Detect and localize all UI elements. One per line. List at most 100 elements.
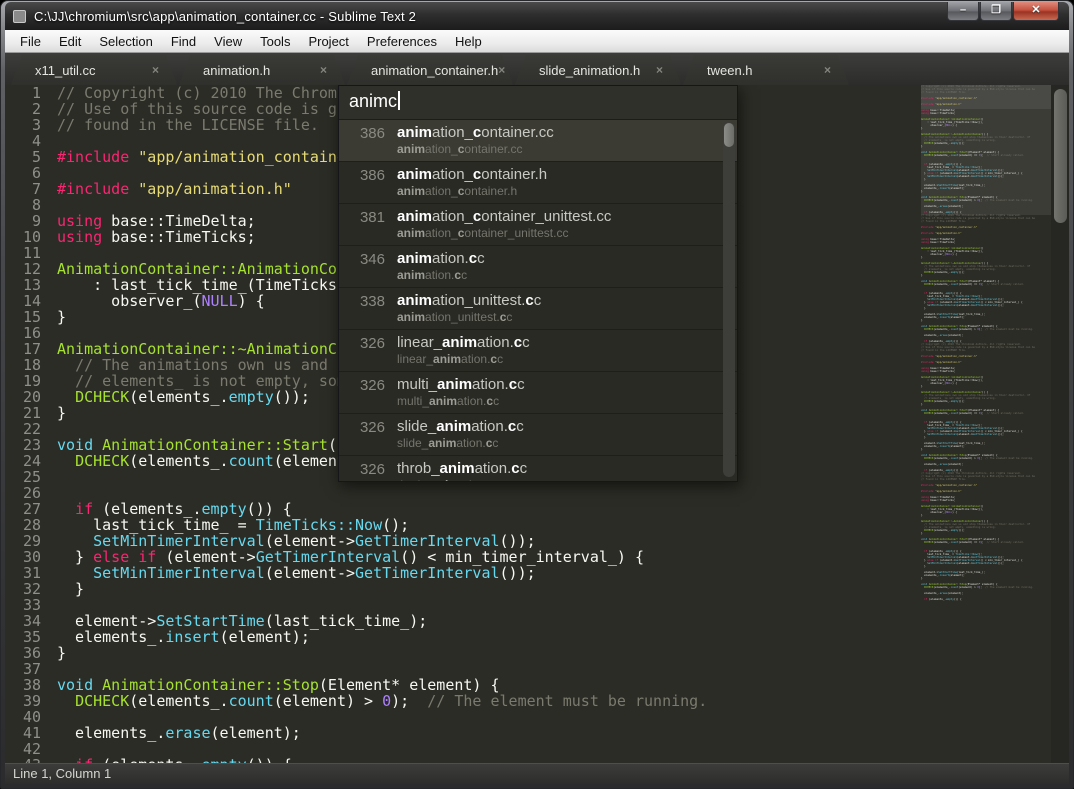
tab-tween.h[interactable]: tween.h × (683, 55, 849, 85)
goto-results-list: 386animation_container.ccanimation_conta… (339, 120, 737, 481)
match-score: 326 (349, 376, 385, 413)
code-line: 28 last_tick_time_ = TimeTicks::Now(); (11, 517, 919, 533)
tab-close-icon[interactable]: × (320, 63, 327, 77)
line-number: 25 (11, 469, 57, 485)
result-filepath: animation_container_unittest.cc (397, 226, 611, 241)
line-number: 34 (11, 613, 57, 629)
results-scrollbar[interactable] (723, 122, 735, 477)
goto-result-item[interactable]: 326slide_animation.ccslide_animation.cc (339, 414, 737, 456)
tab-bar: x11_util.cc×animation.h×animation_contai… (5, 53, 1069, 85)
tab-label: animation.h (203, 63, 270, 78)
line-number: 2 (11, 101, 57, 117)
line-number: 30 (11, 549, 57, 565)
line-number: 16 (11, 325, 57, 341)
minimize-button[interactable]: – (947, 2, 979, 21)
match-score: 346 (349, 250, 385, 287)
line-number: 40 (11, 709, 57, 725)
goto-result-item[interactable]: 381animation_container_unittest.ccanimat… (339, 204, 737, 246)
tab-animation_container.h[interactable]: animation_container.h× (347, 55, 513, 85)
tab-animation.h[interactable]: animation.h × (179, 55, 345, 85)
menu-item-edit[interactable]: Edit (50, 31, 90, 52)
result-filename: animation_unittest.cc (397, 292, 541, 310)
goto-anything-input[interactable]: animc (339, 86, 737, 120)
menu-item-view[interactable]: View (205, 31, 251, 52)
menu-item-project[interactable]: Project (299, 31, 357, 52)
cursor-position-label: Line 1, Column 1 (13, 766, 111, 781)
goto-result-item[interactable]: 346animation.ccanimation.cc (339, 246, 737, 288)
result-filepath: animation_container.h (397, 184, 547, 199)
menu-item-file[interactable]: File (11, 31, 50, 52)
result-filepath: slide_animation.cc (397, 436, 524, 451)
result-filename: animation_container.h (397, 166, 547, 184)
line-number: 22 (11, 421, 57, 437)
line-number: 1 (11, 85, 57, 101)
line-number: 15 (11, 309, 57, 325)
line-number: 31 (11, 565, 57, 581)
code-line: 42 (11, 741, 919, 757)
goto-result-item[interactable]: 326throb_animation.ccthrob_animation.cc (339, 456, 737, 481)
line-number: 36 (11, 645, 57, 661)
tab-label: x11_util.cc (35, 63, 95, 78)
menu-bar: FileEditSelectionFindViewToolsProjectPre… (5, 30, 1069, 53)
line-number: 26 (11, 485, 57, 501)
goto-result-item[interactable]: 338animation_unittest.ccanimation_unitte… (339, 288, 737, 330)
tab-close-icon[interactable]: × (824, 63, 831, 77)
line-number: 6 (11, 165, 57, 181)
code-line: 39 DCHECK(elements_.count(element) > 0);… (11, 693, 919, 709)
sublime-window: C:\JJ\chromium\src\app\animation_contain… (0, 0, 1074, 789)
code-line: 38void AnimationContainer::Stop(Element*… (11, 677, 919, 693)
line-number: 39 (11, 693, 57, 709)
tab-label: slide_animation.h (539, 63, 640, 78)
editor-scrollbar-thumb[interactable] (1054, 89, 1067, 223)
menu-item-find[interactable]: Find (162, 31, 205, 52)
menu-item-preferences[interactable]: Preferences (358, 31, 446, 52)
tab-slide_animation.h[interactable]: slide_animation.h × (515, 55, 681, 85)
results-scrollbar-thumb[interactable] (724, 123, 734, 147)
result-filename: multi_animation.cc (397, 376, 525, 394)
line-number: 3 (11, 117, 57, 133)
result-filepath: throb_animation.cc (397, 478, 527, 481)
line-number: 13 (11, 277, 57, 293)
minimap[interactable]: // Copyright (c) 2010 The Chromium Autho… (921, 85, 1051, 763)
code-line: 32 } (11, 581, 919, 597)
match-score: 326 (349, 418, 385, 455)
line-number: 38 (11, 677, 57, 693)
code-line: 34 element->SetStartTime(last_tick_time_… (11, 613, 919, 629)
tab-close-icon[interactable]: × (656, 63, 663, 77)
result-filepath: animation_container.cc (397, 142, 554, 157)
line-number: 18 (11, 357, 57, 373)
line-number: 17 (11, 341, 57, 357)
app-icon (13, 10, 26, 23)
line-number: 37 (11, 661, 57, 677)
line-number: 5 (11, 149, 57, 165)
code-line: 33 (11, 597, 919, 613)
title-bar[interactable]: C:\JJ\chromium\src\app\animation_contain… (5, 2, 1069, 30)
goto-result-item[interactable]: 386animation_container.ccanimation_conta… (339, 120, 737, 162)
line-number: 42 (11, 741, 57, 757)
goto-anything-panel: animc 386animation_container.ccanimation… (338, 85, 738, 482)
line-number: 32 (11, 581, 57, 597)
result-filepath: animation.cc (397, 268, 485, 283)
line-number: 4 (11, 133, 57, 149)
line-number: 41 (11, 725, 57, 741)
goto-result-item[interactable]: 386animation_container.hanimation_contai… (339, 162, 737, 204)
menu-item-tools[interactable]: Tools (251, 31, 299, 52)
goto-result-item[interactable]: 326multi_animation.ccmulti_animation.cc (339, 372, 737, 414)
editor-scrollbar[interactable] (1051, 85, 1069, 763)
line-number: 12 (11, 261, 57, 277)
menu-item-help[interactable]: Help (446, 31, 491, 52)
tab-x11_util.cc[interactable]: x11_util.cc × (11, 55, 177, 85)
menu-item-selection[interactable]: Selection (90, 31, 161, 52)
result-filename: animation_container_unittest.cc (397, 208, 611, 226)
status-bar: Line 1, Column 1 (5, 763, 1069, 784)
editor-area[interactable]: 1 // Copyright (c) 2010 The Chromium Auth… (5, 85, 1069, 763)
match-score: 338 (349, 292, 385, 329)
maximize-button[interactable]: ❐ (980, 2, 1012, 21)
tab-close-icon[interactable]: × (498, 63, 505, 77)
close-button[interactable]: ✕ (1013, 2, 1059, 21)
tab-label: tween.h (707, 63, 753, 78)
line-number: 8 (11, 197, 57, 213)
tab-label: animation_container.h (371, 63, 498, 78)
goto-result-item[interactable]: 326linear_animation.cclinear_animation.c… (339, 330, 737, 372)
tab-close-icon[interactable]: × (152, 63, 159, 77)
